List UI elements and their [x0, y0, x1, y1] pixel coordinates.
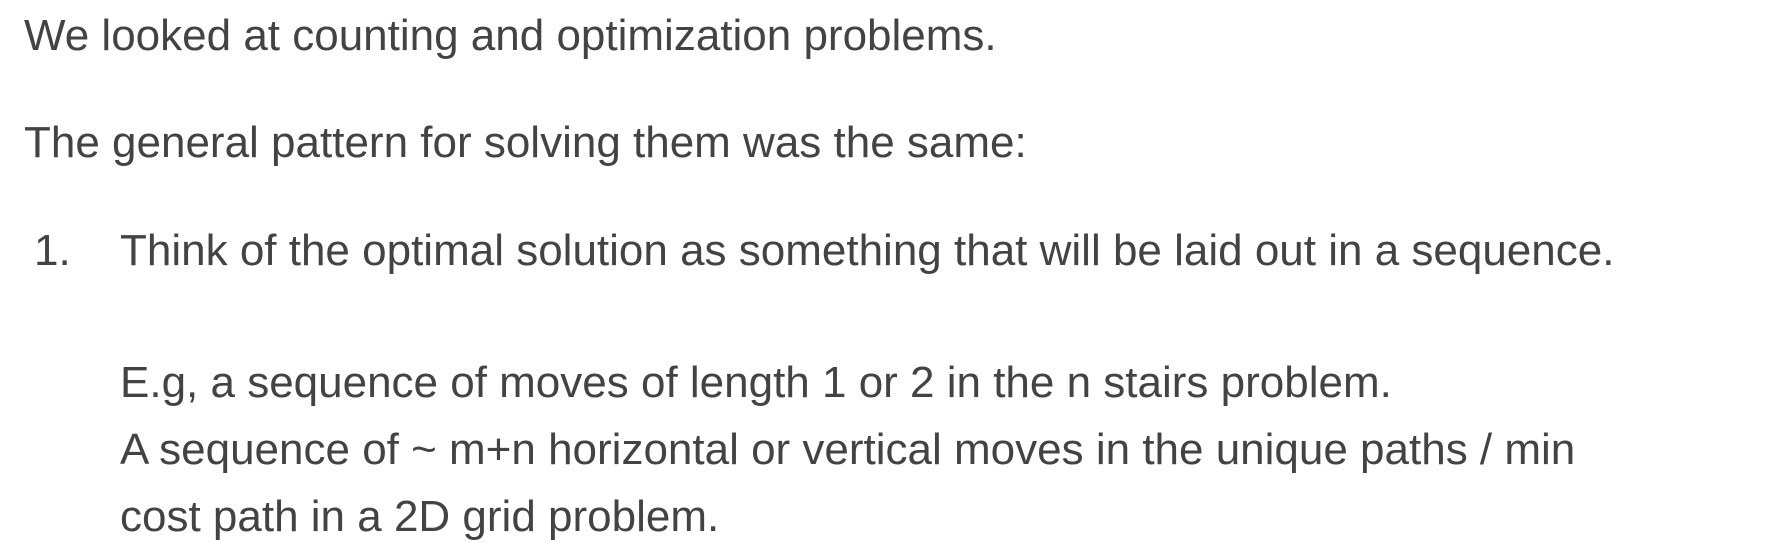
slide-content: We looked at counting and optimization p… [0, 0, 1768, 541]
example-line: A sequence of ~ m+n horizontal or vertic… [120, 425, 1576, 474]
example-line: cost path in a 2D grid problem. [120, 492, 720, 541]
pattern-paragraph: The general pattern for solving them was… [24, 118, 1027, 167]
intro-paragraph: We looked at counting and optimization p… [24, 11, 997, 60]
list-item-number: 1. [34, 226, 71, 275]
list-item-text: Think of the optimal solution as somethi… [120, 226, 1615, 275]
example-line: E.g, a sequence of moves of length 1 or … [120, 358, 1392, 407]
